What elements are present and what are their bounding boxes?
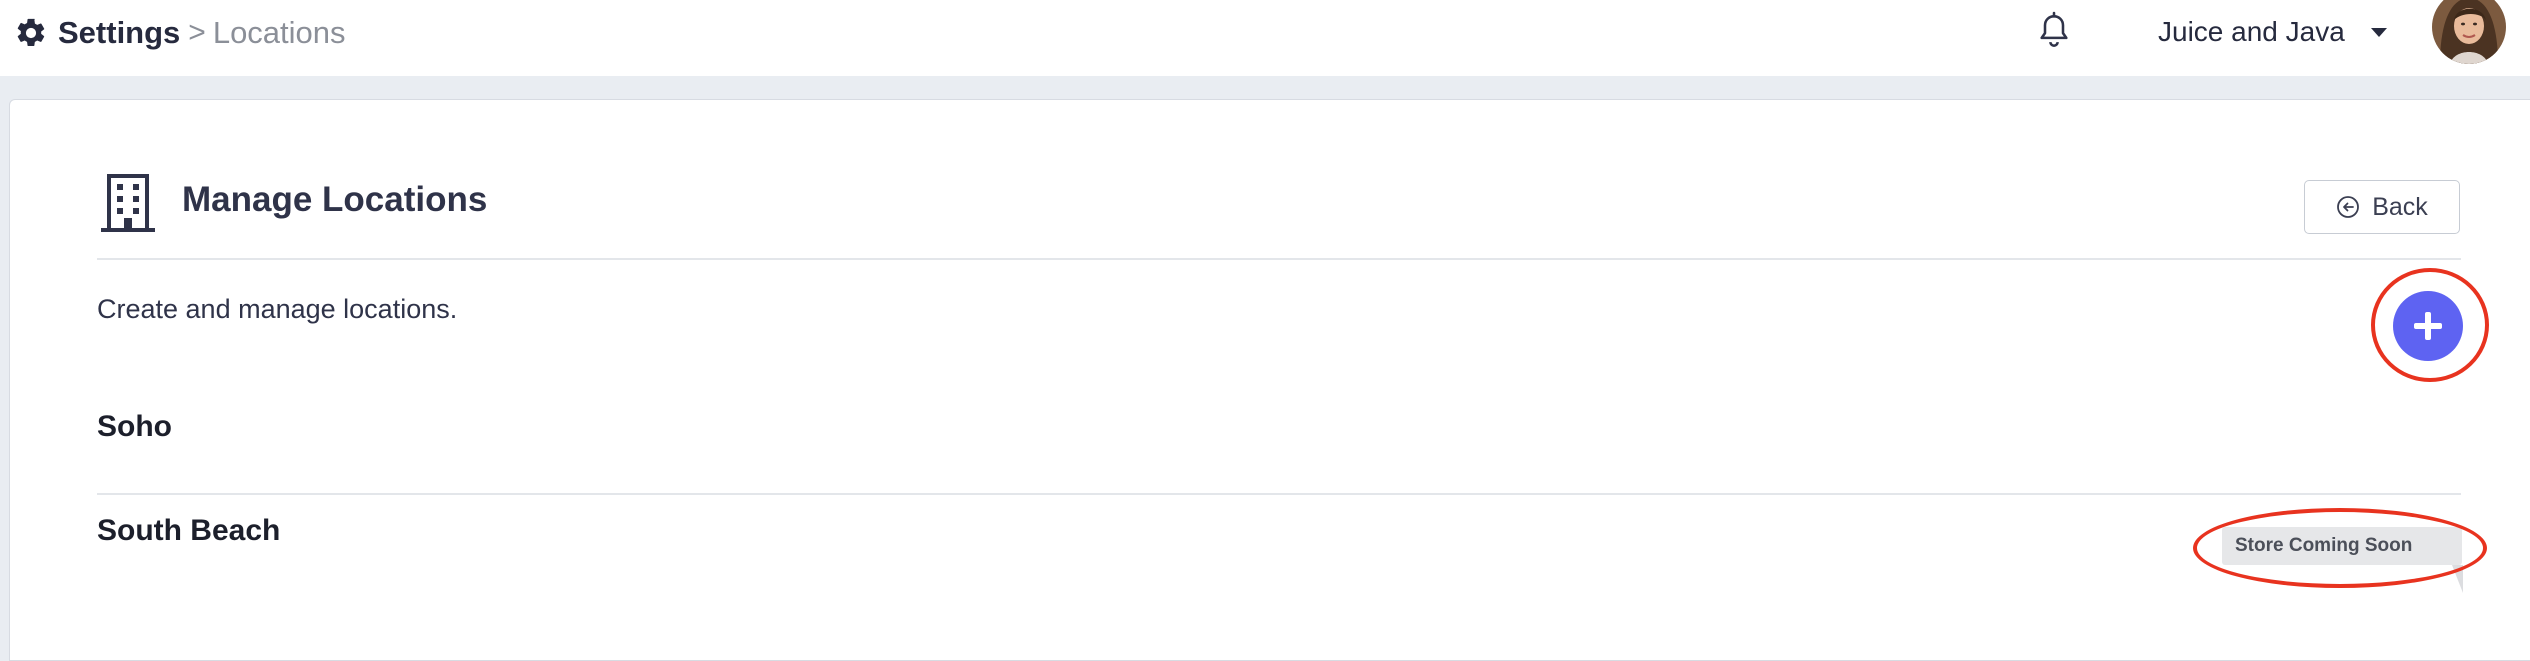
bell-icon[interactable] — [2036, 11, 2072, 51]
highlight-ring-badge — [2193, 508, 2487, 588]
gear-icon — [17, 18, 45, 47]
location-name-south-beach[interactable]: South Beach — [97, 514, 280, 548]
top-bar: Settings > Locations Juice and Java — [0, 0, 2530, 76]
page-title: Manage Locations — [182, 180, 488, 219]
caret-down-icon — [2370, 27, 2387, 37]
breadcrumb-settings-link[interactable]: Settings — [58, 15, 180, 51]
breadcrumb: Settings > Locations — [14, 10, 346, 56]
breadcrumb-separator: > — [188, 16, 206, 49]
avatar[interactable] — [2432, 0, 2506, 64]
building-icon — [101, 174, 155, 232]
back-button[interactable]: Back — [2304, 180, 2460, 234]
organization-name: Juice and Java — [2158, 16, 2345, 47]
breadcrumb-current: Locations — [212, 15, 346, 50]
arrow-left-circle-icon — [2337, 196, 2360, 218]
avatar-photo — [2432, 0, 2506, 64]
location-name-soho[interactable]: Soho — [97, 410, 172, 444]
location-divider — [97, 493, 2461, 495]
back-button-label: Back — [2372, 192, 2428, 221]
highlight-ring-add-button — [2371, 268, 2489, 382]
header-divider — [97, 258, 2461, 260]
page-subtitle: Create and manage locations. — [97, 294, 458, 324]
organization-dropdown[interactable]: Juice and Java — [2158, 12, 2387, 52]
